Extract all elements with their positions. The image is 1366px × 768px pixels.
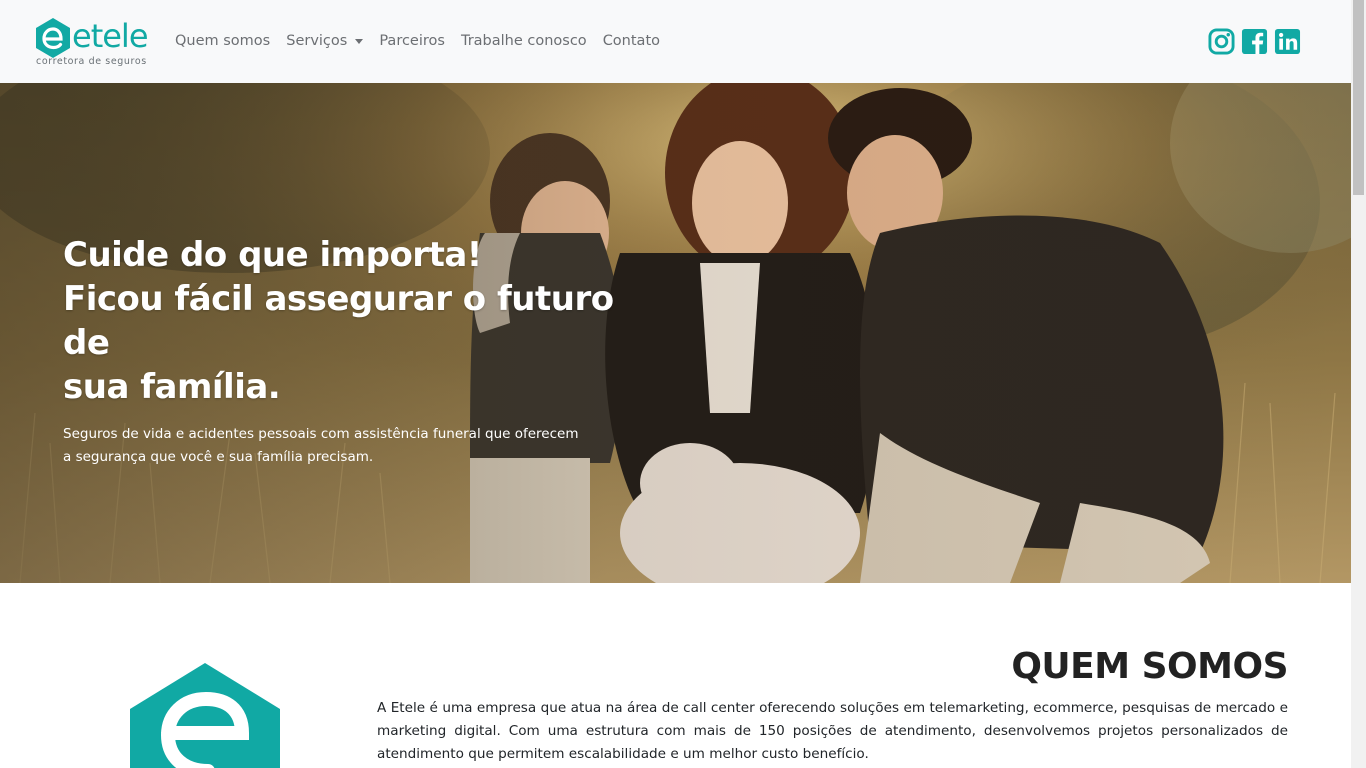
nav-link-quem-somos[interactable]: Quem somos — [175, 30, 270, 52]
nav-link-trabalhe-conosco[interactable]: Trabalhe conosco — [461, 30, 587, 52]
main-nav: Quem somos Serviços Parceiros Trabalhe c… — [175, 30, 676, 52]
hero-title-line-1: Cuide do que importa! — [63, 235, 482, 275]
hero-subtitle: Seguros de vida e acidentes pessoais com… — [63, 426, 579, 465]
hero-title-line-3: sua família. — [63, 367, 281, 407]
brand-word: etele — [72, 17, 148, 55]
nav-link-parceiros[interactable]: Parceiros — [379, 30, 445, 52]
brand-logo[interactable]: etele corretora de seguros — [35, 16, 148, 68]
instagram-icon[interactable] — [1208, 28, 1235, 55]
brand-tagline: corretora de seguros — [36, 56, 147, 67]
page-scrollbar[interactable] — [1351, 0, 1366, 768]
facebook-icon[interactable] — [1241, 28, 1268, 55]
scrollbar-thumb[interactable] — [1353, 0, 1364, 195]
etele-hexagon-logo-icon — [36, 18, 70, 58]
navbar: etele corretora de seguros Quem somos Se… — [0, 0, 1351, 83]
about-paragraph: A Etele é uma empresa que atua na área d… — [377, 700, 1288, 762]
about-section: QUEM SOMOS A Etele é uma empresa que atu… — [0, 583, 1351, 768]
nav-dropdown-servicos[interactable]: Serviços — [286, 30, 364, 52]
etele-house-logo-icon — [130, 663, 280, 768]
social-links — [1208, 28, 1301, 55]
about-heading: QUEM SOMOS — [1011, 646, 1288, 687]
caret-down-icon — [355, 38, 364, 44]
nav-link-contato[interactable]: Contato — [603, 30, 660, 52]
hero-title-line-2: Ficou fácil assegurar o futuro de — [63, 279, 614, 363]
hero-text-block: Cuide do que importa! Ficou fácil assegu… — [63, 233, 623, 469]
hero-title: Cuide do que importa! Ficou fácil assegu… — [63, 233, 623, 409]
nav-dropdown-label: Serviços — [286, 33, 348, 49]
hero-banner: Cuide do que importa! Ficou fácil assegu… — [0, 83, 1351, 583]
linkedin-icon[interactable] — [1274, 28, 1301, 55]
